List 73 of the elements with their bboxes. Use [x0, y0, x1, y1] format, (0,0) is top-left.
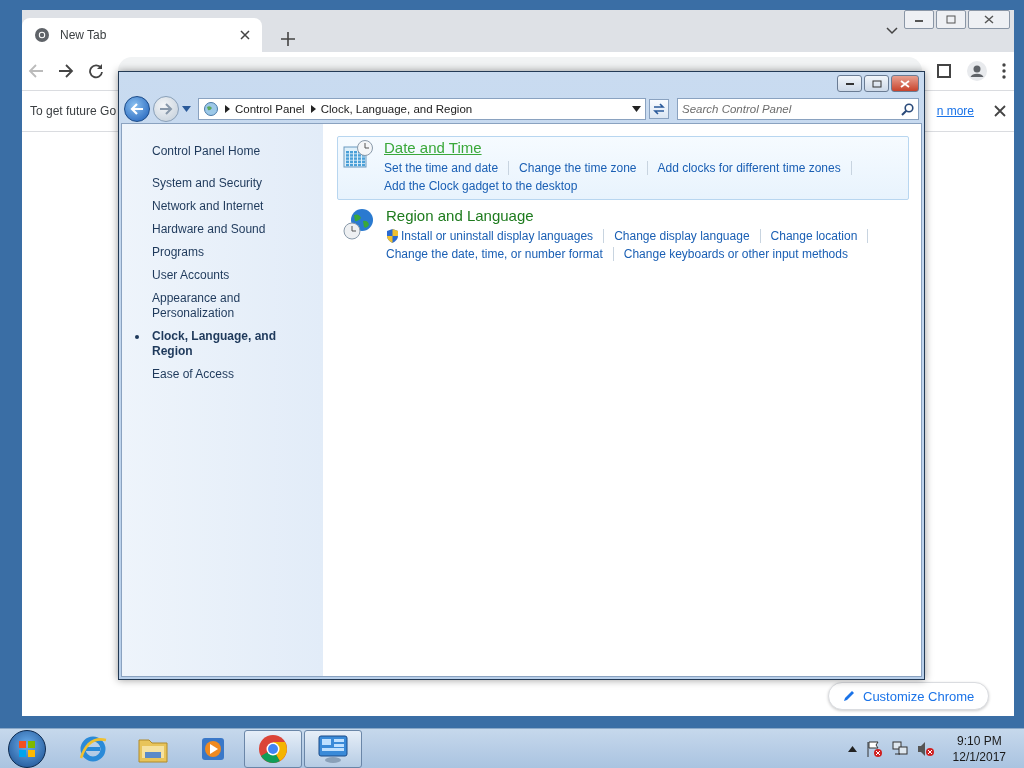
minimize-button[interactable]: [904, 10, 934, 29]
browser-e-icon: [78, 734, 108, 764]
reload-icon[interactable]: [88, 63, 104, 79]
search-icon[interactable]: [901, 102, 914, 116]
breadcrumb-item[interactable]: Clock, Language, and Region: [320, 103, 473, 115]
category-title-link[interactable]: Region and Language: [386, 207, 534, 224]
close-icon[interactable]: [240, 30, 250, 40]
control-panel-home-link[interactable]: Control Panel Home: [152, 144, 323, 158]
category-link[interactable]: Hardware and Sound: [122, 222, 323, 237]
chrome-logo-icon: [34, 27, 50, 43]
back-arrow-icon: [130, 103, 144, 115]
close-icon: [900, 79, 910, 88]
bullet-icon: [135, 335, 139, 339]
maximize-icon: [871, 79, 882, 88]
category-link[interactable]: Network and Internet: [122, 199, 323, 214]
flag-error-icon[interactable]: [864, 740, 883, 758]
category-link[interactable]: System and Security: [122, 176, 323, 191]
shield-icon: [386, 229, 399, 243]
task-link[interactable]: Change display language: [614, 227, 750, 245]
category-link[interactable]: Appearance and Personalization: [122, 291, 323, 321]
browser-tab[interactable]: New Tab: [22, 18, 262, 52]
task-link[interactable]: Add clocks for different time zones: [657, 159, 841, 177]
refresh-arrows-icon: [652, 102, 666, 116]
maximize-button[interactable]: [864, 75, 889, 92]
search-field[interactable]: Search Control Panel: [677, 98, 919, 120]
task-link[interactable]: Change the date, time, or number format: [386, 245, 603, 263]
maximize-icon: [946, 15, 956, 24]
breadcrumb-item[interactable]: Control Panel: [235, 103, 305, 115]
media-player-icon: [199, 735, 227, 763]
speaker-muted-icon[interactable]: [916, 740, 935, 758]
breadcrumb-arrow-icon[interactable]: [310, 105, 316, 113]
close-icon: [984, 15, 994, 24]
close-button[interactable]: [891, 75, 919, 92]
menu-icon[interactable]: [1002, 63, 1006, 79]
windows-logo-icon: [18, 740, 36, 758]
forward-arrow-icon: [159, 103, 173, 115]
category-link[interactable]: Ease of Access: [122, 367, 323, 382]
address-bar[interactable]: Control Panel Clock, Language, and Region: [198, 98, 646, 120]
dropdown-caret-icon[interactable]: [632, 106, 641, 112]
chrome-icon: [257, 733, 289, 765]
control-panel-globe-icon: [203, 101, 219, 117]
forward-arrow-icon[interactable]: [58, 63, 74, 79]
calendar-clock-icon: [342, 139, 374, 171]
refresh-button[interactable]: [649, 99, 669, 119]
profile-icon[interactable]: [966, 60, 988, 82]
task-link[interactable]: Change the time zone: [519, 159, 637, 177]
task-link[interactable]: Set the time and date: [384, 159, 499, 177]
task-link[interactable]: Change location: [770, 227, 858, 245]
minimize-button[interactable]: [837, 75, 862, 92]
task-link[interactable]: Change keyboards or other input methods: [623, 245, 848, 263]
taskbar-app-button[interactable]: [244, 730, 302, 768]
task-link[interactable]: Install or uninstall display languages: [386, 227, 594, 245]
customize-chrome-button[interactable]: Customize Chrome: [828, 682, 990, 710]
close-button[interactable]: [968, 10, 1010, 29]
infobar-message: To get future Go: [30, 104, 117, 118]
start-button[interactable]: [8, 730, 46, 768]
clock[interactable]: 9:10 PM 12/1/2017: [952, 733, 1006, 765]
monitor-panel-icon: [316, 733, 350, 765]
show-hidden-icons-button[interactable]: [847, 746, 857, 752]
learn-more-link[interactable]: n more: [936, 104, 974, 118]
close-icon[interactable]: [994, 105, 1006, 117]
category-link[interactable]: Clock, Language, and Region: [122, 329, 323, 359]
globe-clock-icon: [342, 207, 376, 241]
network-icon[interactable]: [890, 740, 909, 758]
back-button[interactable]: [124, 96, 150, 122]
task-link[interactable]: Add the Clock gadget to the desktop: [384, 177, 578, 195]
pencil-icon: [843, 690, 855, 702]
category-link[interactable]: User Accounts: [122, 268, 323, 283]
taskbar-app-button[interactable]: [304, 730, 362, 768]
breadcrumb-arrow-icon[interactable]: [225, 105, 230, 113]
up-arrow-icon: [847, 746, 857, 752]
chevron-down-icon[interactable]: [886, 27, 898, 35]
category-link[interactable]: Programs: [122, 245, 323, 260]
